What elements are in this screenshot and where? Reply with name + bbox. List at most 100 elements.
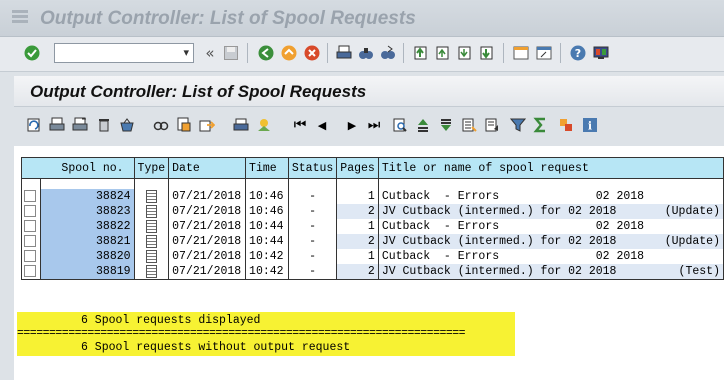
time-cell: 10:42 bbox=[245, 249, 289, 264]
spool-requests-table: Spool no. Type Date Time Status Pages Ti… bbox=[21, 157, 724, 280]
last-page-icon[interactable] bbox=[478, 44, 496, 62]
customize-layout-icon[interactable] bbox=[592, 44, 610, 62]
column-header-date[interactable]: Date bbox=[168, 157, 246, 179]
first-entry-icon[interactable]: ⏮ bbox=[291, 116, 309, 134]
status-cell: - bbox=[287, 264, 337, 280]
column-header-title[interactable]: Title or name of spool request bbox=[377, 157, 724, 179]
table-row[interactable]: 38819 07/21/2018 10:42 - 2 JV Cutback (i… bbox=[21, 264, 724, 280]
toolbar-separator bbox=[327, 43, 328, 63]
status-cell: - bbox=[287, 219, 337, 234]
sort-ascending-icon[interactable] bbox=[414, 116, 432, 134]
sort-descending-icon[interactable] bbox=[437, 116, 455, 134]
date-cell: 07/21/2018 bbox=[168, 219, 246, 234]
pages-cell: 1 bbox=[336, 219, 379, 234]
enter-icon[interactable] bbox=[23, 44, 41, 62]
row-select-checkbox[interactable] bbox=[24, 249, 36, 262]
print-with-changed-parameters-icon[interactable] bbox=[71, 116, 89, 134]
column-header-spool-no[interactable]: Spool no. bbox=[21, 157, 135, 179]
table-row[interactable]: 38820 07/21/2018 10:42 - 1 Cutback - Err… bbox=[21, 249, 724, 264]
table-row[interactable]: 38824 07/21/2018 10:46 - 1 Cutback - Err… bbox=[21, 189, 724, 204]
document-icon[interactable] bbox=[145, 204, 157, 218]
summary-line-displayed: 6 Spool requests displayed bbox=[81, 314, 261, 327]
row-select-checkbox[interactable] bbox=[24, 204, 36, 217]
back-icon[interactable] bbox=[257, 44, 275, 62]
create-session-icon[interactable] bbox=[512, 44, 530, 62]
exit-icon[interactable] bbox=[280, 44, 298, 62]
column-header-type[interactable]: Type bbox=[133, 157, 169, 179]
spool-number[interactable]: 38824 bbox=[39, 189, 135, 204]
status-cell: - bbox=[287, 204, 337, 219]
save-icon[interactable] bbox=[222, 44, 240, 62]
pages-cell: 2 bbox=[336, 264, 379, 280]
previous-entry-icon[interactable]: ◀ bbox=[313, 116, 331, 134]
filter-icon[interactable] bbox=[509, 116, 527, 134]
display-contents-icon[interactable] bbox=[152, 116, 170, 134]
document-icon[interactable] bbox=[145, 234, 157, 248]
application-toolbar: ⏮ ◀ ▶ ⏭ i bbox=[0, 110, 724, 140]
help-icon[interactable]: ? bbox=[569, 44, 587, 62]
refresh-icon[interactable] bbox=[25, 116, 43, 134]
print-directly-icon[interactable] bbox=[48, 116, 66, 134]
menu-icon[interactable] bbox=[12, 10, 28, 24]
print-preview-icon[interactable] bbox=[232, 116, 250, 134]
next-entry-icon[interactable]: ▶ bbox=[343, 116, 361, 134]
title-cell: JV Cutback (intermed.) for 02 2018 (Upda… bbox=[377, 234, 724, 249]
title-cell: Cutback - Errors 02 2018 bbox=[377, 219, 724, 234]
delete-icon[interactable] bbox=[95, 116, 113, 134]
page-title: Output Controller: List of Spool Request… bbox=[30, 82, 367, 101]
spool-number[interactable]: 38821 bbox=[39, 234, 135, 249]
document-icon[interactable] bbox=[145, 264, 157, 278]
column-header-time[interactable]: Time bbox=[245, 157, 289, 179]
pages-cell: 1 bbox=[336, 189, 379, 204]
title-cell: Cutback - Errors 02 2018 bbox=[377, 189, 724, 204]
chevron-down-icon[interactable]: ▾ bbox=[183, 46, 189, 59]
find-icon[interactable] bbox=[357, 44, 375, 62]
document-icon[interactable] bbox=[145, 189, 157, 203]
shortcut-icon[interactable] bbox=[535, 44, 553, 62]
summary-line-without-output: 6 Spool requests without output request bbox=[81, 341, 351, 354]
print-icon[interactable] bbox=[335, 44, 353, 62]
column-header-status[interactable]: Status bbox=[287, 157, 337, 179]
row-select-checkbox[interactable] bbox=[24, 234, 36, 247]
date-cell: 07/21/2018 bbox=[168, 249, 246, 264]
table-row[interactable]: 38823 07/21/2018 10:46 - 2 JV Cutback (i… bbox=[21, 204, 724, 219]
select-layout-icon[interactable] bbox=[483, 116, 501, 134]
table-row[interactable]: 38821 07/21/2018 10:44 - 2 JV Cutback (i… bbox=[21, 234, 724, 249]
spool-number[interactable]: 38823 bbox=[39, 204, 135, 219]
total-icon[interactable] bbox=[532, 116, 550, 134]
subtotal-icon[interactable] bbox=[557, 116, 575, 134]
command-field[interactable]: ▾ bbox=[54, 43, 194, 63]
display-in-maximum-width-icon[interactable] bbox=[175, 116, 193, 134]
row-select-checkbox[interactable] bbox=[24, 189, 36, 202]
basket-icon[interactable] bbox=[118, 116, 136, 134]
spool-number[interactable]: 38822 bbox=[39, 219, 135, 234]
first-page-icon[interactable] bbox=[412, 44, 430, 62]
document-icon[interactable] bbox=[145, 219, 157, 233]
spool-number[interactable]: 38819 bbox=[39, 264, 135, 280]
back-arrows-icon[interactable]: « bbox=[201, 44, 219, 62]
document-icon[interactable] bbox=[145, 249, 157, 263]
time-cell: 10:44 bbox=[245, 219, 289, 234]
find-next-icon[interactable] bbox=[379, 44, 397, 62]
send-to-icon[interactable] bbox=[198, 116, 216, 134]
previous-page-icon[interactable] bbox=[434, 44, 452, 62]
find-in-list-icon[interactable] bbox=[391, 116, 409, 134]
output-requests-icon[interactable] bbox=[255, 116, 273, 134]
time-cell: 10:42 bbox=[245, 264, 289, 280]
date-cell: 07/21/2018 bbox=[168, 189, 246, 204]
information-icon[interactable]: i bbox=[581, 116, 599, 134]
spool-number[interactable]: 38820 bbox=[39, 249, 135, 264]
date-cell: 07/21/2018 bbox=[168, 234, 246, 249]
change-layout-icon[interactable] bbox=[460, 116, 478, 134]
row-select-checkbox[interactable] bbox=[24, 264, 36, 277]
next-page-icon[interactable] bbox=[456, 44, 474, 62]
table-row[interactable]: 38822 07/21/2018 10:44 - 1 Cutback - Err… bbox=[21, 219, 724, 234]
last-entry-icon[interactable]: ⏭ bbox=[365, 116, 383, 134]
column-header-pages[interactable]: Pages bbox=[336, 157, 379, 179]
pages-cell: 2 bbox=[336, 204, 379, 219]
row-select-checkbox[interactable] bbox=[24, 219, 36, 232]
cancel-icon[interactable] bbox=[303, 44, 321, 62]
time-cell: 10:44 bbox=[245, 234, 289, 249]
title-cell: JV Cutback (intermed.) for 02 2018 (Test… bbox=[377, 264, 724, 280]
table-header-row: Spool no. Type Date Time Status Pages Ti… bbox=[21, 157, 724, 179]
